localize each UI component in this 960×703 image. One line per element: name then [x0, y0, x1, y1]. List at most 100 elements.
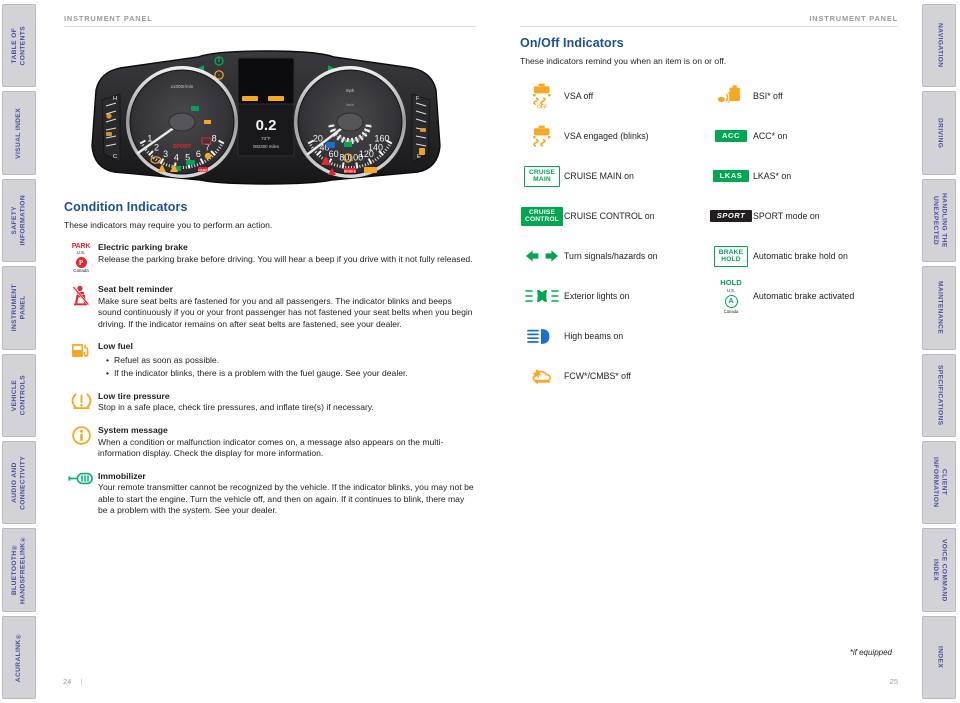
- sidebar-item-acuralink[interactable]: ACURALINK®: [2, 615, 36, 699]
- condition-indicator-title: Low tire pressure: [98, 390, 170, 401]
- condition-indicator-item: System message When a condition or malfun…: [64, 425, 476, 460]
- tab-label: SPECIFICATIONS: [936, 364, 944, 426]
- tab-label: INDEX: [936, 646, 944, 669]
- sidebar-item-table-of-contents[interactable]: TABLE OF CONTENTS: [2, 4, 36, 88]
- gauge-tick-label: 140: [368, 143, 383, 153]
- condition-lede: These indicators may require you to perf…: [64, 220, 273, 230]
- tab-label: VISUAL INDEX: [14, 107, 22, 159]
- gauge-tick-label: 60: [329, 149, 339, 159]
- onoff-indicator-label: Automatic brake activated: [753, 291, 855, 301]
- section-title-onoff: On/Off Indicators: [520, 36, 624, 50]
- running-head-right: INSTRUMENT PANEL: [809, 14, 898, 23]
- speed-inner-unit-label: km/h: [346, 103, 353, 107]
- instrument-cluster-illustration: H C F E 0.2 73°F 082300 miles ! 1 2 3 4 …: [86, 38, 446, 186]
- header-rule-right: [520, 26, 898, 27]
- onoff-indicator-row: SPORT SPORT mode on: [709, 201, 898, 231]
- onoff-indicator-row: VSA engaged (blinks): [520, 121, 709, 151]
- sidebar-item-audio-and-connectivity[interactable]: AUDIO AND CONNECTIVITY: [2, 440, 36, 525]
- svg-text:BRAKE: BRAKE: [344, 169, 357, 173]
- tachometer: 123 4 5 678 x1000r/min SPORT PARK: [126, 66, 238, 178]
- condition-indicator-title: Electric parking brake: [98, 242, 188, 252]
- sidebar-item-maintenance[interactable]: MAINTENANCE: [922, 266, 956, 350]
- tab-label: SAFETY INFORMATION: [10, 195, 27, 246]
- system-message-icon: [64, 425, 98, 460]
- sidebar-item-instrument-panel[interactable]: INSTRUMENT PANEL: [2, 266, 36, 350]
- hold-canada-caption: Canada: [723, 308, 739, 314]
- tab-label: DRIVING: [936, 117, 944, 149]
- condition-indicator-body: Electric parking brake Release the parkin…: [98, 242, 476, 273]
- tab-label: NAVIGATION: [936, 23, 944, 68]
- speedometer: 20406080100120140160 mph km/h 4060801001…: [294, 66, 406, 178]
- sidebar-left: TABLE OF CONTENTS VISUAL INDEX SAFETY INFO…: [0, 0, 38, 703]
- mid-odo-readout: 082300 miles: [253, 144, 280, 149]
- tach-unit-label: x1000r/min: [171, 84, 194, 89]
- onoff-indicator-label: Automatic brake hold on: [753, 251, 848, 261]
- onoff-left-column: OFF VSA off VSA engaged (blinks) CRUISE MAI…: [520, 81, 709, 401]
- cluster-svg: H C F E 0.2 73°F 082300 miles ! 123 4 5 …: [91, 50, 441, 185]
- park-us-text: PARK: [71, 243, 91, 250]
- sidebar-item-vehicle-controls[interactable]: VEHICLE CONTROLS: [2, 353, 36, 437]
- gauge-tick-label: 220: [362, 132, 368, 136]
- tab-label: ACURALINK®: [14, 632, 22, 683]
- sidebar-item-client-information[interactable]: CLIENT INFORMATION: [922, 440, 956, 525]
- sidebar-item-visual-index[interactable]: VISUAL INDEX: [2, 91, 36, 175]
- condition-indicator-text: Stop in a safe place, check tire pressur…: [98, 402, 374, 413]
- condition-indicator-body: Low fuel Refuel as soon as possible.If th…: [98, 341, 476, 380]
- temp-h-label: H: [113, 96, 117, 102]
- indicator-badge: SPORT: [709, 210, 753, 222]
- speed-unit-label: mph: [346, 88, 355, 93]
- tab-label: HANDLING THE UNEXPECTED: [932, 193, 948, 248]
- condition-indicator-item: Low fuel Refuel as soon as possible.If th…: [64, 341, 476, 380]
- folio-right: 25: [889, 677, 898, 686]
- sidebar-item-handling-the-unexpected[interactable]: HANDLING THE UNEXPECTED: [922, 178, 956, 263]
- onoff-indicator-label: BSI* off: [753, 91, 783, 101]
- onoff-indicator-row: CRUISE MAIN CRUISE MAIN on: [520, 161, 709, 191]
- onoff-indicator-row: LKAS LKAS* on: [709, 161, 898, 191]
- onoff-indicators-section: On/Off Indicators These indicators remin…: [520, 36, 898, 401]
- condition-indicator-body: Immobilizer Your remote transmitter canno…: [98, 471, 476, 517]
- sidebar-item-bluetooth-handsfreelink[interactable]: BLUETOOTH® HANDSFREELINK®: [2, 528, 36, 612]
- onoff-indicator-row: Turn signals/hazards on: [520, 241, 709, 271]
- condition-indicator-text: Your remote transmitter cannot be recogn…: [98, 482, 474, 516]
- onoff-indicator-label: VSA engaged (blinks): [564, 131, 649, 141]
- folio-left-number: 24: [63, 677, 72, 686]
- indicator-badge: BRAKE HOLD: [713, 245, 749, 267]
- onoff-indicator-row: OFF VSA off: [520, 81, 709, 111]
- sidebar-item-index[interactable]: INDEX: [922, 615, 956, 699]
- onoff-indicator-label: Turn signals/hazards on: [564, 251, 658, 261]
- condition-indicator-title: Immobilizer: [98, 470, 146, 481]
- onoff-indicator-label: LKAS* on: [753, 171, 792, 181]
- onoff-indicator-row: ACC ACC* on: [709, 121, 898, 151]
- svg-text:!: !: [218, 73, 220, 79]
- mid-gear-readout: 0.2: [256, 117, 277, 134]
- condition-indicator-item: Seat belt reminder Make sure seat belts a…: [64, 284, 476, 330]
- indicator-badge: CRUISE CONTROL: [521, 206, 563, 226]
- condition-indicator-title: Low fuel: [98, 341, 133, 352]
- vsa-off-icon: OFF: [520, 83, 564, 109]
- onoff-indicator-row: BSI* off: [709, 81, 898, 111]
- sidebar-item-safety-information[interactable]: SAFETY INFORMATION: [2, 178, 36, 263]
- hold-us-caption: U.S.: [726, 287, 736, 293]
- running-head-left: INSTRUMENT PANEL: [64, 14, 153, 23]
- gauge-tick-label: 4: [174, 153, 179, 163]
- vsa-engaged-icon: [520, 125, 564, 147]
- sidebar-item-specifications[interactable]: SPECIFICATIONS: [922, 353, 956, 437]
- sidebar-item-voice-command-index[interactable]: VOICE COMMAND INDEX: [922, 528, 956, 612]
- onoff-indicator-row: BRAKE HOLD Automatic brake hold on: [709, 241, 898, 271]
- immobilizer-icon: [64, 471, 98, 517]
- tab-label: MAINTENANCE: [936, 281, 944, 335]
- tab-label: VOICE COMMAND INDEX: [932, 538, 948, 602]
- onoff-indicator-label: VSA off: [564, 91, 594, 101]
- cruise-control-badge: CRUISE CONTROL: [520, 206, 564, 226]
- sidebar-item-navigation[interactable]: NAVIGATION: [922, 4, 956, 88]
- onoff-indicator-label: Exterior lights on: [564, 291, 630, 301]
- tab-label: BLUETOOTH® HANDSFREELINK®: [10, 535, 27, 605]
- onoff-indicator-label: FCW*/CMBS* off: [564, 371, 631, 381]
- onoff-lede: These indicators remind you when an item…: [520, 56, 727, 66]
- gauge-tick-label: 260: [366, 124, 372, 128]
- condition-indicator-item: Low tire pressure Stop in a safe place, c…: [64, 391, 476, 414]
- sidebar-item-driving[interactable]: DRIVING: [922, 91, 956, 175]
- condition-indicator-text: When a condition or malfunction indicato…: [98, 436, 444, 459]
- onoff-indicator-label: SPORT mode on: [753, 211, 820, 221]
- condition-indicator-item: PARK U.S. P Canada Electric parking brake Rel…: [64, 242, 476, 273]
